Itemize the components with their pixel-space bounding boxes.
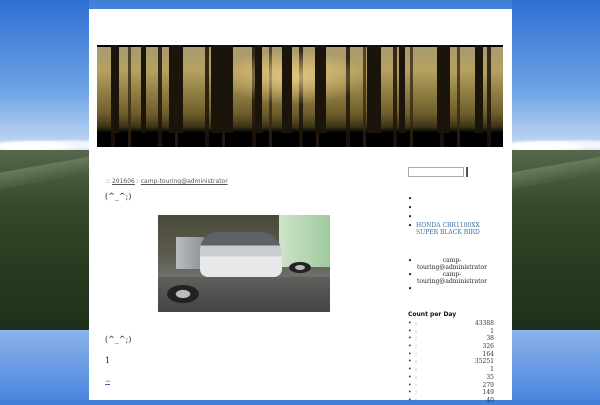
post-body-emoticon: (^_^;) [105, 335, 132, 344]
count-value: 38 [486, 335, 494, 343]
count-row: •:279 [408, 381, 494, 389]
sidebar-link-item[interactable]: HONDA CBR1100XX SUPER BLACK BIRD [408, 222, 498, 236]
search-input[interactable] [408, 167, 464, 177]
post-meta: :: 201606 : camp-touring@administrator [106, 178, 228, 185]
post-title: (^_^;) [105, 192, 132, 201]
meta-separator: : [136, 178, 139, 185]
sidebar-author-item[interactable] [408, 285, 488, 294]
count-value: 43388 [474, 320, 494, 327]
sidebar-link-honda[interactable]: HONDA CBR1100XX SUPER BLACK BIRD [416, 222, 480, 236]
page-container: :: 201606 : camp-touring@administrator (… [89, 9, 512, 404]
count-row: •:43388 [408, 320, 494, 327]
post-date-link[interactable]: 201606 [112, 178, 135, 185]
count-row: •:1 [408, 327, 494, 335]
post-body-digit: 1 [105, 356, 111, 365]
count-row: •:38 [408, 335, 494, 343]
count-row: •:164 [408, 350, 494, 358]
post-author-link[interactable]: camp-touring@administrator [141, 178, 228, 185]
sidebar-link-item[interactable] [408, 213, 498, 222]
count-value: 164 [482, 350, 494, 358]
count-row: •:40 [408, 396, 494, 404]
sidebar-author-item[interactable]: camp-touring@administrator [408, 257, 488, 271]
count-value: 279 [482, 381, 494, 389]
count-row: •:326 [408, 343, 494, 351]
sidebar-authors-list: camp-touring@administrator camp-touring@… [408, 257, 488, 294]
count-per-day-list: •:43388 •:1 •:38 •:326 •:164 •:35251 •:1… [408, 320, 494, 405]
count-row: •:1 [408, 366, 494, 374]
count-value: 1 [490, 327, 494, 335]
count-per-day-title: Count per Day [408, 311, 457, 318]
count-value: 35251 [474, 358, 494, 366]
count-row: •:35251 [408, 358, 494, 366]
header-banner-image [97, 45, 503, 147]
read-more-link[interactable]: → [105, 378, 110, 385]
meta-prefix: :: [106, 178, 111, 185]
count-row: •:149 [408, 389, 494, 397]
sidebar-link-item[interactable] [408, 195, 498, 204]
count-value: 35 [486, 373, 494, 381]
sidebar-author-item[interactable]: camp-touring@administrator [408, 271, 488, 285]
sidebar-links-list: HONDA CBR1100XX SUPER BLACK BIRD [408, 195, 498, 236]
background-scenery-left [0, 0, 89, 400]
sidebar-author-label: camp-touring@administrator [416, 271, 488, 285]
count-value: 149 [482, 389, 494, 397]
count-row: •:35 [408, 373, 494, 381]
post-photo-car[interactable] [158, 215, 330, 312]
count-value: 326 [482, 343, 494, 351]
count-value: 1 [490, 366, 494, 374]
search-button[interactable] [466, 167, 468, 177]
count-value: 40 [486, 396, 494, 404]
background-scenery-right [512, 0, 600, 400]
sidebar-author-label: camp-touring@administrator [416, 257, 488, 271]
sidebar-link-item[interactable] [408, 204, 498, 213]
